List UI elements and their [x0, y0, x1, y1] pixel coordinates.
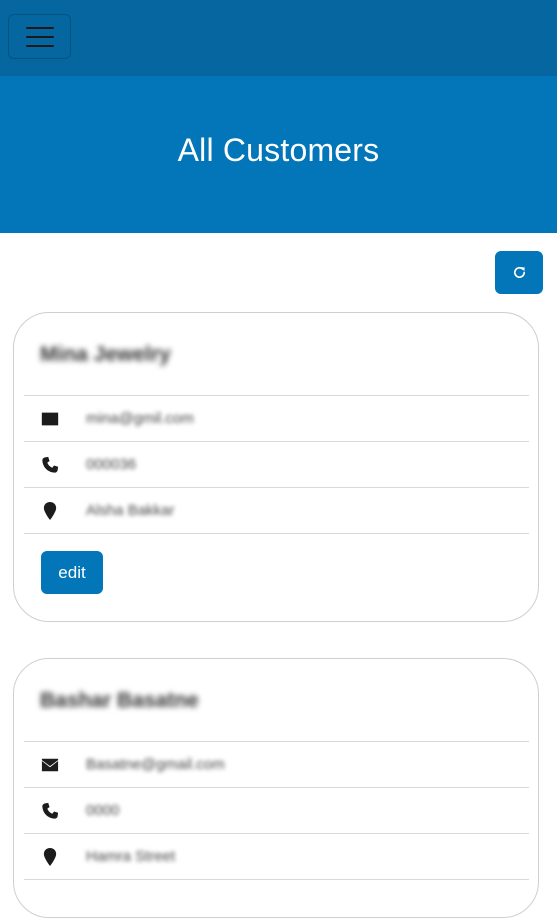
page-title: All Customers: [177, 132, 380, 168]
map-pin-icon: [43, 847, 57, 866]
customer-name: Mina Jewelry: [40, 343, 171, 366]
customer-phone-row: 000036: [24, 441, 529, 487]
customer-card: Mina Jewelry mina@gmil.com 000036 Alsha …: [13, 312, 539, 622]
map-pin-icon: [43, 501, 57, 520]
menu-toggle-button[interactable]: [8, 14, 71, 59]
phone-icon: [42, 802, 59, 819]
hamburger-icon: [25, 26, 54, 29]
customer-address: Alsha Bakkar: [86, 502, 175, 519]
envelope-icon: [41, 758, 59, 771]
customer-phone: 000036: [86, 456, 137, 473]
customer-name: Bashar Basatne: [40, 689, 199, 712]
navbar: [0, 0, 557, 76]
customer-email-row: Basatne@gmail.com: [24, 741, 529, 787]
page-header: All Customers: [0, 76, 557, 233]
customer-card: Bashar Basatne Basatne@gmail.com 0000 Ha…: [13, 658, 539, 918]
customer-address-row: Alsha Bakkar: [24, 487, 529, 533]
refresh-button[interactable]: [495, 251, 543, 294]
customer-email-row: mina@gmil.com: [24, 395, 529, 441]
envelope-icon: [41, 412, 59, 425]
customer-email: Basatne@gmail.com: [86, 756, 225, 773]
refresh-icon: [513, 266, 525, 278]
customer-phone: 0000: [86, 802, 120, 819]
phone-icon: [42, 456, 59, 473]
customer-address: Hamra Street: [86, 848, 176, 865]
customer-email: mina@gmil.com: [86, 410, 194, 427]
customer-address-row: Hamra Street: [24, 833, 529, 879]
customer-phone-row: 0000: [24, 787, 529, 833]
edit-button[interactable]: edit: [41, 551, 103, 594]
